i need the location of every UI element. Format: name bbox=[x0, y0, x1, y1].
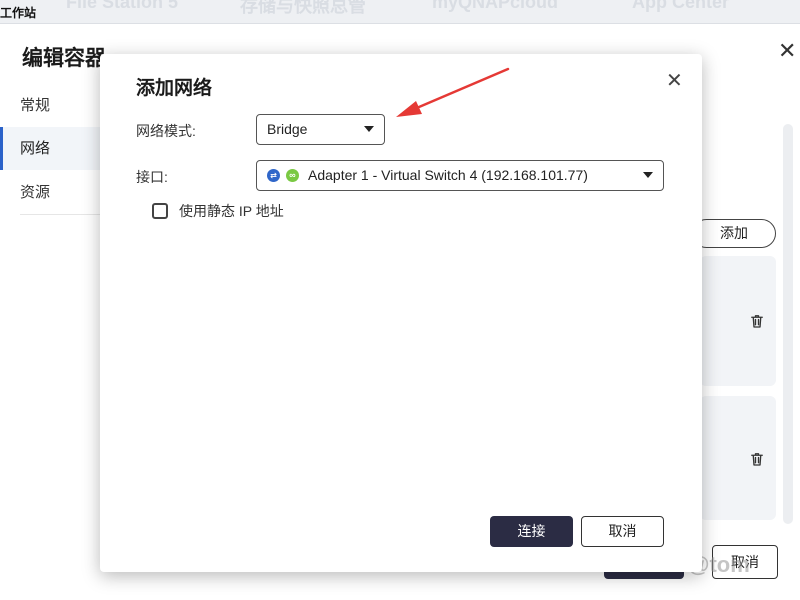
taskbar-app-myqnapcloud[interactable]: myQNAPcloud bbox=[432, 0, 558, 13]
taskbar-app-app-center[interactable]: App Center bbox=[632, 0, 729, 13]
static-ip-checkbox[interactable] bbox=[152, 203, 168, 219]
connect-button[interactable]: 连接 bbox=[490, 516, 573, 547]
dialog-title: 添加网络 bbox=[136, 78, 213, 99]
taskbar-app-file-station[interactable]: File Station 5 bbox=[66, 0, 178, 13]
network-mode-label: 网络模式: bbox=[136, 123, 196, 139]
network-mode-value: Bridge bbox=[267, 121, 308, 137]
interface-label: 接口: bbox=[136, 169, 168, 185]
add-network-button[interactable]: 添加 bbox=[692, 219, 776, 248]
interface-value: Adapter 1 - Virtual Switch 4 (192.168.10… bbox=[308, 167, 588, 183]
taskbar: 工作站 File Station 5 存储与快照总管 myQNAPcloud A… bbox=[0, 0, 800, 24]
nav-item-resources[interactable]: 资源 bbox=[0, 171, 100, 214]
nav-divider bbox=[20, 214, 100, 215]
nav-item-network[interactable]: 网络 bbox=[0, 127, 100, 170]
editor-close-icon[interactable]: ✕ bbox=[778, 38, 796, 64]
add-network-dialog: 添加网络 ✕ 网络模式: Bridge 接口: ⇄ ∞ Adapter 1 - … bbox=[100, 54, 702, 572]
caret-down-icon bbox=[364, 126, 374, 132]
network-mode-select[interactable]: Bridge bbox=[256, 114, 385, 145]
cancel-button[interactable]: 取消 bbox=[581, 516, 664, 547]
nav-item-general[interactable]: 常规 bbox=[0, 84, 100, 127]
trash-icon[interactable] bbox=[748, 312, 766, 330]
interface-select[interactable]: ⇄ ∞ Adapter 1 - Virtual Switch 4 (192.16… bbox=[256, 160, 664, 191]
taskbar-app-storage[interactable]: 存储与快照总管 bbox=[240, 0, 366, 18]
dialog-close-icon[interactable]: ✕ bbox=[666, 68, 683, 93]
trash-icon[interactable] bbox=[748, 450, 766, 468]
editor-title: 编辑容器 bbox=[22, 47, 106, 70]
static-ip-label[interactable]: 使用静态 IP 地址 bbox=[179, 201, 284, 221]
network-adapter-icon: ⇄ bbox=[267, 169, 280, 182]
scrollbar[interactable] bbox=[783, 124, 793, 524]
link-icon: ∞ bbox=[286, 169, 299, 182]
taskbar-workstation[interactable]: 工作站 bbox=[0, 4, 36, 21]
caret-down-icon bbox=[643, 172, 653, 178]
